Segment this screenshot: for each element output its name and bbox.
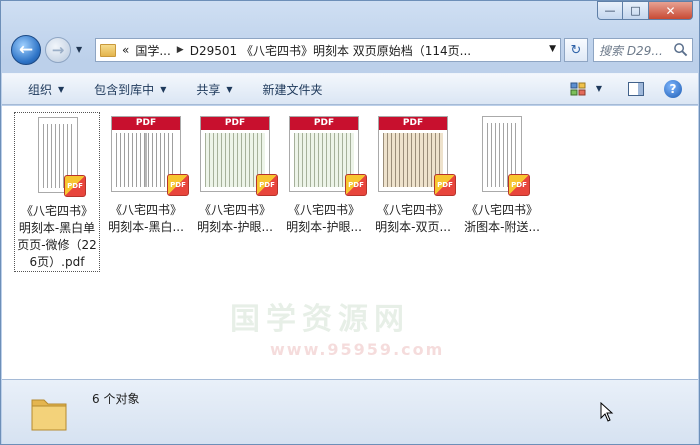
file-name-line: 《八宅四书》 [198, 203, 271, 217]
file-name-line: 浙图本-附送... [464, 220, 540, 234]
pdf-badge-icon: PDF [434, 174, 456, 196]
organize-menu[interactable]: 组织 ▼ [28, 81, 64, 98]
breadcrumb-overflow[interactable]: « [122, 43, 129, 57]
share-menu[interactable]: 共享 ▼ [196, 81, 232, 98]
file-name-line: 明刻本-护眼... [197, 220, 273, 234]
file-thumbnail: PDF PDF [370, 116, 456, 196]
close-button[interactable]: ✕ [649, 1, 693, 20]
file-thumbnail: PDF PDF [192, 116, 278, 196]
file-name: 《八宅四书》明刻本-黑白单页页-微修（226页）.pdf [15, 203, 99, 271]
view-dropdown-icon[interactable]: ▼ [596, 84, 602, 93]
file-name-line: 明刻本-黑白单页页-微修（226页）.pdf [17, 221, 97, 269]
navigation-bar: ← → ▼ « 国学... ▶ D29501 《八宅四书》明刻本 双页原始档（1… [9, 35, 693, 65]
pdf-header-text: PDF [379, 117, 447, 130]
address-bar[interactable]: « 国学... ▶ D29501 《八宅四书》明刻本 双页原始档（114页...… [95, 38, 561, 62]
caption-buttons: — □ ✕ [597, 1, 693, 20]
minimize-button[interactable]: — [597, 1, 623, 20]
file-name: 《八宅四书》 明刻本-双页... [370, 202, 456, 236]
include-in-library-menu[interactable]: 包含到库中 ▼ [94, 81, 166, 98]
breadcrumb-current[interactable]: D29501 《八宅四书》明刻本 双页原始档（114页... [190, 42, 471, 59]
new-folder-button[interactable]: 新建文件夹 [263, 81, 323, 98]
preview-pane-icon[interactable] [628, 82, 644, 96]
chevron-down-icon: ▼ [160, 84, 167, 94]
details-pane: 6 个对象 [2, 379, 698, 444]
chevron-down-icon: ▼ [226, 84, 233, 94]
help-icon[interactable]: ? [664, 80, 682, 98]
file-name-line: 《八宅四书》 [109, 203, 182, 217]
pdf-header-text: PDF [112, 117, 180, 130]
file-name-line: 明刻本-双页... [375, 220, 451, 234]
explorer-window: — □ ✕ ← → ▼ « 国学... ▶ D29501 《八宅四书》明刻本 双… [0, 0, 700, 445]
share-label: 共享 [196, 82, 221, 97]
address-dropdown-icon[interactable]: ▼ [549, 44, 556, 54]
file-thumbnail: PDF PDF [103, 116, 189, 196]
pdf-header-text: PDF [290, 117, 358, 130]
file-name: 《八宅四书》 明刻本-护眼... [281, 202, 367, 236]
search-placeholder: 搜索 D29... [599, 43, 663, 58]
include-in-library-label: 包含到库中 [94, 82, 155, 97]
maximize-button[interactable]: □ [623, 1, 649, 20]
chevron-down-icon: ▼ [58, 84, 65, 94]
mouse-pointer-icon [600, 402, 614, 422]
file-item[interactable]: PDF PDF 《八宅四书》 明刻本-双页... [370, 112, 456, 236]
pdf-badge-icon: PDF [508, 174, 530, 196]
file-name: 《八宅四书》 明刻本-护眼... [192, 202, 278, 236]
back-button[interactable]: ← [11, 35, 41, 65]
new-folder-label: 新建文件夹 [262, 82, 323, 97]
item-count: 6 个对象 [92, 392, 140, 406]
file-thumbnail: PDF [15, 117, 99, 197]
forward-button[interactable]: → [45, 37, 71, 63]
file-list[interactable]: 国学资源网 www.95959.com PDF 《八宅四书》 明刻本-黑白单页页-微… [2, 106, 698, 379]
pdf-badge-icon: PDF [167, 174, 189, 196]
file-name: 《八宅四书》 明刻本-黑白... [103, 202, 189, 236]
file-item[interactable]: PDF PDF 《八宅四书》 明刻本-护眼... [192, 112, 278, 236]
file-name-line: 《八宅四书》 [20, 204, 93, 218]
folder-icon [100, 43, 116, 57]
command-bar: 组织 ▼ 包含到库中 ▼ 共享 ▼ 新建文件夹 ▼ ? [2, 73, 698, 105]
file-item[interactable]: PDF 《八宅四书》 浙图本-附送... [459, 112, 545, 236]
folder-icon [31, 399, 67, 431]
pdf-badge-icon: PDF [345, 174, 367, 196]
watermark-url: www.95959.com [270, 340, 445, 359]
file-item[interactable]: PDF PDF 《八宅四书》 明刻本-护眼... [281, 112, 367, 236]
file-name-line: 明刻本-黑白... [108, 220, 184, 234]
watermark-text: 国学资源网 [230, 302, 410, 337]
file-name-line: 《八宅四书》 [287, 203, 360, 217]
search-input[interactable]: 搜索 D29... [593, 38, 693, 62]
search-icon [674, 43, 688, 57]
refresh-button[interactable]: ↻ [564, 38, 588, 62]
file-name-line: 明刻本-护眼... [286, 220, 362, 234]
file-thumbnail: PDF PDF [281, 116, 367, 196]
breadcrumb-separator-icon[interactable]: ▶ [177, 45, 184, 55]
file-thumbnail: PDF [459, 116, 545, 196]
file-name-line: 《八宅四书》 [465, 203, 538, 217]
file-name: 《八宅四书》 浙图本-附送... [459, 202, 545, 236]
view-options-icon[interactable] [570, 82, 586, 96]
recent-pages-dropdown[interactable]: ▼ [76, 45, 88, 55]
pdf-badge-icon: PDF [64, 175, 86, 197]
file-item[interactable]: PDF PDF 《八宅四书》 明刻本-黑白... [103, 112, 189, 236]
pdf-header-text: PDF [201, 117, 269, 130]
breadcrumb-item[interactable]: 国学... [135, 42, 170, 59]
pdf-badge-icon: PDF [256, 174, 278, 196]
organize-label: 组织 [28, 82, 53, 97]
file-name-line: 《八宅四书》 [376, 203, 449, 217]
file-item[interactable]: PDF 《八宅四书》明刻本-黑白单页页-微修（226页）.pdf [14, 112, 100, 272]
